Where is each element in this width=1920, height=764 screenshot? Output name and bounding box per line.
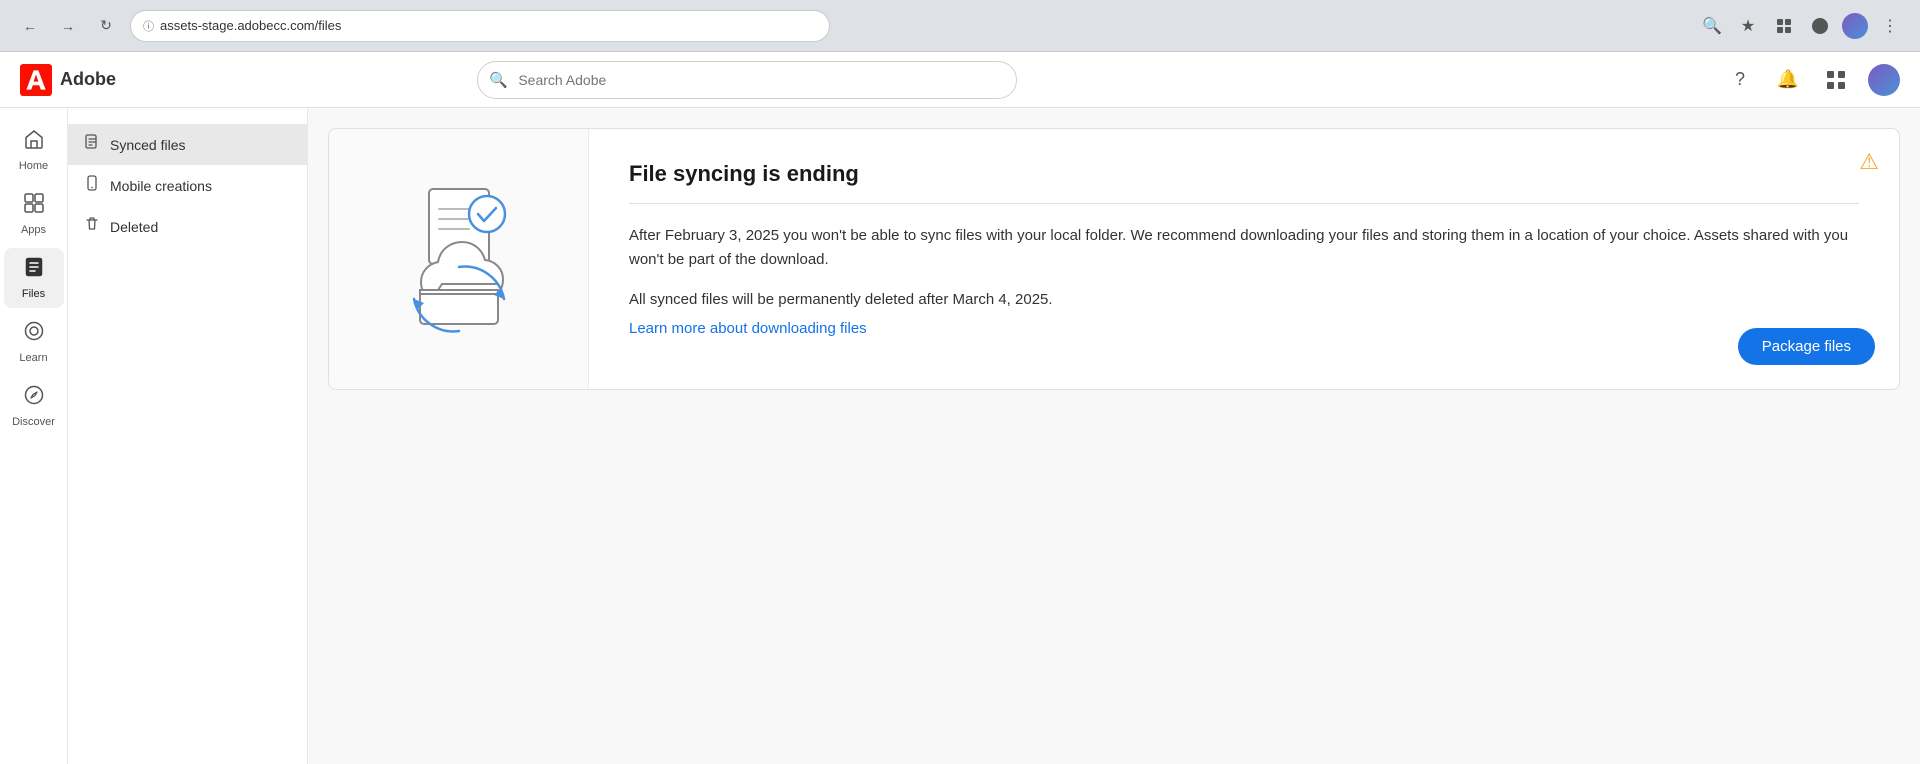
- sidebar: Home Apps Files Learn: [0, 108, 68, 764]
- notifications-button[interactable]: 🔔: [1772, 64, 1804, 96]
- search-bar: 🔍: [477, 61, 1017, 99]
- search-icon: 🔍: [489, 71, 508, 89]
- apps-icon: [23, 192, 45, 220]
- forward-button[interactable]: →: [54, 12, 82, 40]
- sidebar-item-files[interactable]: Files: [4, 248, 64, 308]
- browser-actions: 🔍 ★ ⋮: [1698, 12, 1904, 40]
- adobe-logo-text: Adobe: [60, 69, 116, 90]
- sub-sidebar-item-mobile-creations[interactable]: Mobile creations: [68, 165, 307, 206]
- user-avatar[interactable]: [1868, 64, 1900, 96]
- reload-button[interactable]: ↻: [92, 12, 120, 40]
- files-icon: [23, 256, 45, 284]
- main-layout: Home Apps Files Learn: [0, 108, 1920, 764]
- sidebar-discover-label: Discover: [12, 416, 55, 428]
- notice-title: File syncing is ending: [629, 161, 1859, 187]
- sidebar-item-discover[interactable]: Discover: [4, 376, 64, 436]
- sub-sidebar-item-synced-files[interactable]: Synced files: [68, 124, 307, 165]
- notice-body2: All synced files will be permanently del…: [629, 288, 1859, 312]
- address-bar[interactable]: ⓘ assets-stage.adobecc.com/files: [130, 10, 830, 42]
- extension-icon[interactable]: [1770, 12, 1798, 40]
- profile-icon[interactable]: [1806, 12, 1834, 40]
- menu-button[interactable]: ⋮: [1876, 12, 1904, 40]
- mobile-creations-label: Mobile creations: [110, 178, 212, 194]
- apps-grid-button[interactable]: [1820, 64, 1852, 96]
- adobe-logo-svg: [20, 64, 52, 96]
- header-actions: ? 🔔: [1724, 64, 1900, 96]
- search-browser-button[interactable]: 🔍: [1698, 12, 1726, 40]
- notice-content: ⚠ File syncing is ending After February …: [589, 129, 1899, 389]
- bookmark-button[interactable]: ★: [1734, 12, 1762, 40]
- search-input[interactable]: [477, 61, 1017, 99]
- help-button[interactable]: ?: [1724, 64, 1756, 96]
- app-header: Adobe 🔍 ? 🔔: [0, 52, 1920, 108]
- synced-files-icon: [84, 134, 100, 155]
- browser-chrome: ← → ↻ ⓘ assets-stage.adobecc.com/files 🔍…: [0, 0, 1920, 52]
- sidebar-files-label: Files: [22, 288, 45, 300]
- sidebar-home-label: Home: [19, 160, 48, 172]
- sidebar-item-learn[interactable]: Learn: [4, 312, 64, 372]
- url-text: assets-stage.adobecc.com/files: [160, 18, 341, 33]
- notice-card: ⚠ File syncing is ending After February …: [328, 128, 1900, 390]
- notice-body1: After February 3, 2025 you won't be able…: [629, 224, 1859, 272]
- sub-sidebar-item-deleted[interactable]: Deleted: [68, 206, 307, 247]
- sync-illustration: [329, 129, 589, 389]
- app-container: Adobe 🔍 ? 🔔 Home: [0, 52, 1920, 764]
- warning-icon: ⚠: [1859, 149, 1879, 175]
- deleted-label: Deleted: [110, 219, 158, 235]
- notice-divider: [629, 203, 1859, 204]
- sidebar-apps-label: Apps: [21, 224, 46, 236]
- synced-files-label: Synced files: [110, 137, 185, 153]
- discover-icon: [23, 384, 45, 412]
- sidebar-item-apps[interactable]: Apps: [4, 184, 64, 244]
- browser-user-avatar[interactable]: [1842, 13, 1868, 39]
- learn-more-link[interactable]: Learn more about downloading files: [629, 320, 867, 337]
- learn-icon: [23, 320, 45, 348]
- sub-sidebar: Synced files Mobile creations Deleted: [68, 108, 308, 764]
- home-icon: [23, 128, 45, 156]
- mobile-creations-icon: [84, 175, 100, 196]
- deleted-icon: [84, 216, 100, 237]
- sidebar-item-home[interactable]: Home: [4, 120, 64, 180]
- address-bar-icon: ⓘ: [143, 18, 154, 34]
- main-area: ⚠ File syncing is ending After February …: [308, 108, 1920, 764]
- adobe-logo[interactable]: Adobe: [20, 64, 116, 96]
- sidebar-learn-label: Learn: [19, 352, 47, 364]
- back-button[interactable]: ←: [16, 12, 44, 40]
- package-files-button[interactable]: Package files: [1738, 328, 1875, 365]
